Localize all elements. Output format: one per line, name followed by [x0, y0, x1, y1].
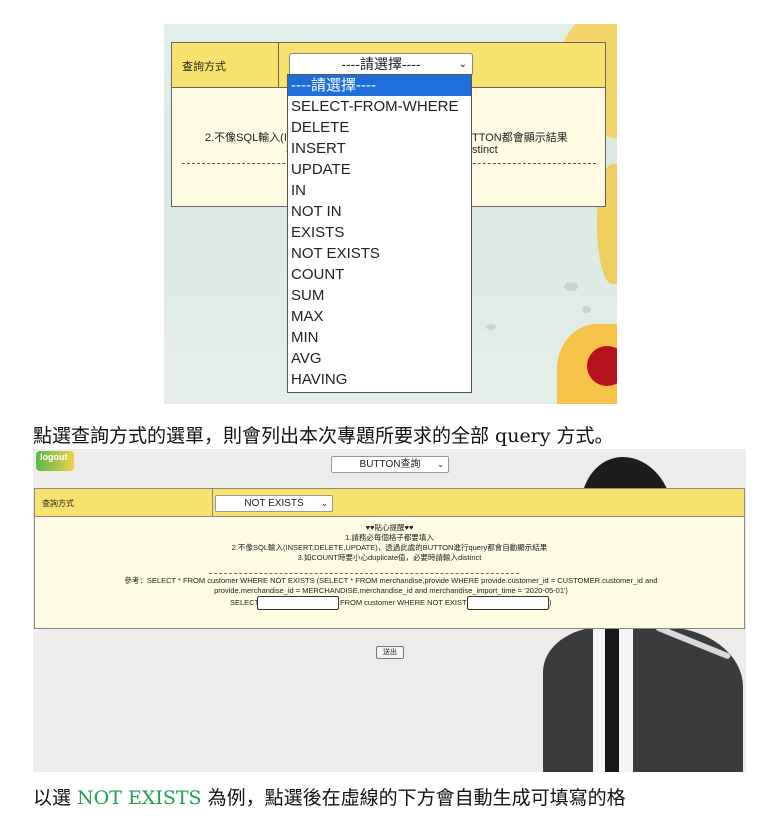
query-panel: 查詢方式 NOT EXISTS ⌄ ♥♥貼心提醒♥♥ 1.請務必每個格子都要填入… [34, 488, 745, 659]
logout-button[interactable]: logout [36, 451, 74, 471]
tip-line-2-partial: 2.不像SQL輸入(I [205, 132, 287, 144]
tip-line: 2.不像SQL輸入(INSERT,DELETE,UPDATE)，透過此處的BUT… [231, 543, 548, 552]
chevron-down-icon: ⌄ [458, 59, 467, 70]
dropdown-option[interactable]: INSERT [288, 138, 471, 159]
caption-2: 以選 NOT EXISTS 為例，點選後在虛線的下方會自動生成可填寫的格 [33, 783, 626, 810]
dropdown-option[interactable]: COUNT [288, 264, 471, 285]
dropdown-option[interactable]: NOT IN [288, 201, 471, 222]
background-speck [564, 282, 578, 291]
query-method-select[interactable]: NOT EXISTS ⌄ [215, 495, 333, 512]
screenshot-not-exists-form: logout BUTTON查詢 ⌄ 查詢方式 NOT EXISTS ⌄ ♥♥貼心… [33, 449, 746, 772]
from-clause-text: FROM customer WHERE NOT EXISTS ( [340, 598, 477, 607]
background-speck [582, 306, 591, 313]
chevron-down-icon: ⌄ [437, 460, 444, 469]
divider [278, 43, 279, 87]
dropdown-option[interactable]: MIN [288, 327, 471, 348]
dropdown-option[interactable]: NOT EXISTS [288, 243, 471, 264]
select-value: ----請選擇---- [341, 56, 421, 72]
screenshot-query-dropdown: 查詢方式 ----請選擇---- ⌄ 2.不像SQL輸入(I TTON都會顯示結… [164, 24, 617, 404]
query-method-label: 查詢方式 [182, 61, 226, 73]
tips-title: ♥♥貼心提醒♥♥ [365, 523, 414, 532]
submit-button[interactable]: 送出 [376, 646, 404, 659]
caption-2-highlight: NOT EXISTS [77, 787, 202, 809]
chevron-down-icon: ⌄ [321, 499, 328, 508]
mode-select[interactable]: BUTTON查詢 ⌄ [331, 456, 449, 473]
query-form: SELECT FROM customer WHERE NOT EXISTS ( … [35, 596, 744, 610]
caption-2-suffix: 為例，點選後在虛線的下方會自動生成可填寫的格 [201, 787, 626, 809]
query-method-label: 查詢方式 [42, 499, 74, 508]
query-method-dropdown-list[interactable]: ----請選擇---- SELECT-FROM-WHERE DELETE INSERT… [287, 74, 472, 393]
background-illustration [605, 627, 619, 772]
tip-line-2-partial-right: TTON都會顯示結果 [472, 132, 568, 144]
caption-1: 點選查詢方式的選單，則會列出本次專題所要求的全部 query 方式。 [33, 425, 614, 447]
tip-line-3-partial-right: stinct [472, 144, 498, 156]
dropdown-option[interactable]: AVG [288, 348, 471, 369]
mode-select-value: BUTTON查詢 [359, 459, 421, 470]
background-speck [486, 324, 496, 330]
dropdown-option[interactable]: DELETE [288, 117, 471, 138]
caption-2-prefix: 以選 [33, 787, 78, 809]
dropdown-option[interactable]: SELECT-FROM-WHERE [288, 96, 471, 117]
divider [212, 489, 213, 516]
dropdown-option[interactable]: EXISTS [288, 222, 471, 243]
subquery-input[interactable] [467, 596, 549, 610]
tip-line: 1.請務必每個格子都要填入 [345, 533, 434, 542]
dropdown-option[interactable]: UPDATE [288, 159, 471, 180]
dropdown-option[interactable]: ----請選擇---- [288, 75, 471, 96]
closing-paren: ) [549, 598, 552, 607]
tip-line: 3.如COUNT時要小心duplicate值，必要時請輸入distinct [297, 553, 482, 562]
dashed-divider [209, 573, 519, 574]
reference-sql: 參考：SELECT * FROM customer WHERE NOT EXIS… [124, 576, 658, 595]
query-method-select[interactable]: ----請選擇---- ⌄ [289, 53, 473, 76]
query-panel-header: 查詢方式 NOT EXISTS ⌄ [35, 489, 744, 517]
select-keyword: SELECT [230, 598, 260, 607]
dropdown-option[interactable]: MAX [288, 306, 471, 327]
dropdown-option[interactable]: IN [288, 180, 471, 201]
select-value: NOT EXISTS [244, 498, 304, 509]
select-columns-input[interactable] [257, 596, 339, 610]
dropdown-option[interactable]: SUM [288, 285, 471, 306]
dropdown-option[interactable]: HAVING [288, 369, 471, 390]
